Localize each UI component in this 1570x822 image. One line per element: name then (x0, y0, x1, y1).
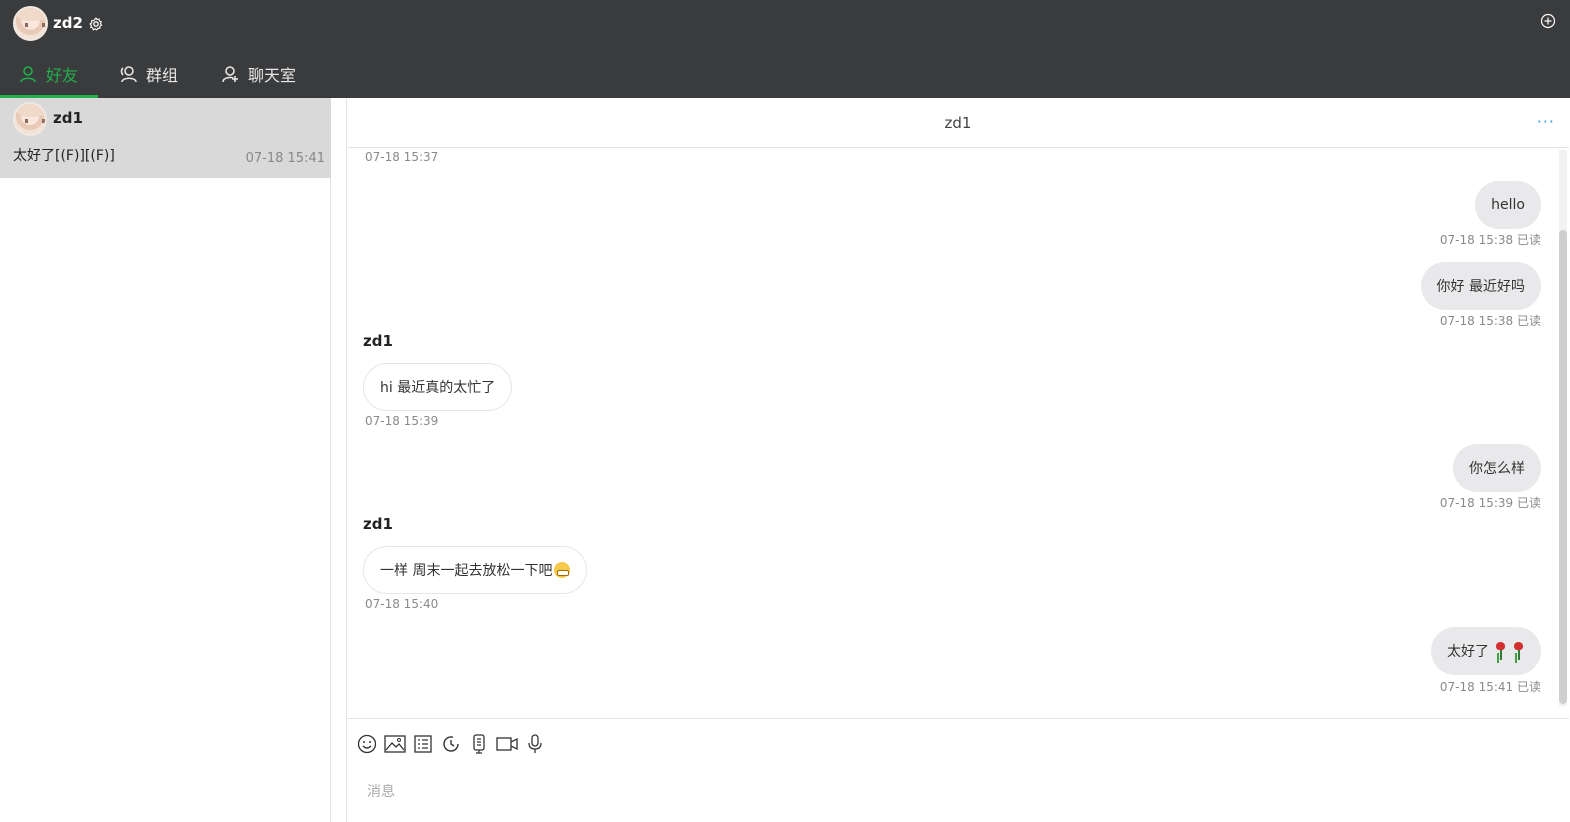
tab-label: 群组 (146, 66, 179, 85)
user-info: zd2 (13, 5, 103, 41)
message-text: 你怎么样 (1469, 461, 1525, 477)
scrollbar-thumb[interactable] (1559, 230, 1567, 704)
tab-chatroom[interactable]: 聊天室 (200, 50, 314, 98)
message-text: 太好了 (1447, 644, 1489, 660)
chat-title: zd1 (944, 114, 972, 132)
emoji-icon[interactable] (356, 733, 378, 755)
conversation-name: zd1 (53, 109, 83, 127)
rose-emoji-icon (1493, 642, 1507, 660)
chatroom-icon (222, 66, 238, 83)
message-text: 一样 周末一起去放松一下吧 (380, 563, 553, 579)
avatar[interactable] (13, 5, 48, 41)
conversation-list: zd1 太好了[(F)][(F)] 07-18 15:41 (0, 98, 331, 822)
message-timestamp: 07-18 15:38 已读 (1439, 314, 1541, 328)
message-timestamp: 07-18 15:40 (365, 597, 439, 611)
message-list[interactable]: 07-18 15:37 hello 07-18 15:38 已读 你好 最近好吗… (347, 148, 1569, 706)
more-options-icon[interactable]: ··· (1537, 112, 1555, 131)
message-bubble-in[interactable]: 一样 周末一起去放松一下吧 (363, 546, 588, 594)
nav-tabs: 好友 群组 聊天室 (0, 50, 314, 98)
gear-icon[interactable] (89, 16, 103, 31)
tab-label: 聊天室 (248, 66, 297, 85)
tab-groups[interactable]: 群组 (98, 50, 200, 98)
tab-label: 好友 (46, 66, 79, 85)
message-bubble-out[interactable]: hello (1475, 181, 1541, 229)
conversation-time: 07-18 15:41 (245, 151, 325, 166)
history-icon[interactable] (440, 733, 462, 755)
message-bubble-out[interactable]: 太好了 (1431, 627, 1541, 675)
chat-header: zd1 ··· (347, 98, 1569, 148)
tab-friends[interactable]: 好友 (0, 50, 98, 98)
message-input[interactable] (367, 777, 1547, 807)
message-timestamp: 07-18 15:39 (365, 414, 439, 428)
grimace-emoji-icon (554, 562, 571, 578)
message-timestamp: 07-18 15:38 已读 (1439, 233, 1541, 247)
rose-emoji-icon (1511, 642, 1525, 660)
file-icon[interactable] (412, 733, 434, 755)
scrollbar[interactable] (1559, 150, 1567, 706)
username: zd2 (53, 14, 83, 32)
group-icon (120, 66, 137, 83)
conversation-last-message: 太好了[(F)][(F)] (13, 148, 115, 164)
message-timestamp: 07-18 15:37 (365, 150, 439, 164)
top-bar: zd2 好友 群组 聊天室 (0, 0, 1570, 98)
avatar (13, 102, 47, 136)
message-sender: zd1 (363, 332, 393, 350)
image-icon[interactable] (384, 733, 406, 755)
microphone-icon[interactable] (524, 733, 546, 755)
message-composer (347, 718, 1569, 822)
message-timestamp: 07-18 15:39 已读 (1439, 496, 1541, 510)
chat-panel: zd1 ··· 07-18 15:37 hello 07-18 15:38 已读… (346, 98, 1569, 822)
phone-icon[interactable] (468, 733, 490, 755)
message-text: hi 最近真的太忙了 (380, 380, 496, 396)
message-bubble-in[interactable]: hi 最近真的太忙了 (363, 363, 513, 411)
message-bubble-out[interactable]: 你怎么样 (1453, 444, 1541, 492)
message-text: 你好 最近好吗 (1436, 279, 1525, 295)
user-icon (20, 66, 36, 83)
video-icon[interactable] (496, 733, 518, 755)
composer-toolbar (356, 733, 546, 755)
message-text: hello (1491, 197, 1525, 213)
message-timestamp: 07-18 15:41 已读 (1439, 680, 1541, 694)
add-circle-icon[interactable] (1540, 13, 1556, 29)
message-bubble-out[interactable]: 你好 最近好吗 (1420, 262, 1541, 310)
message-sender: zd1 (363, 515, 393, 533)
conversation-item[interactable]: zd1 太好了[(F)][(F)] 07-18 15:41 (0, 98, 331, 178)
